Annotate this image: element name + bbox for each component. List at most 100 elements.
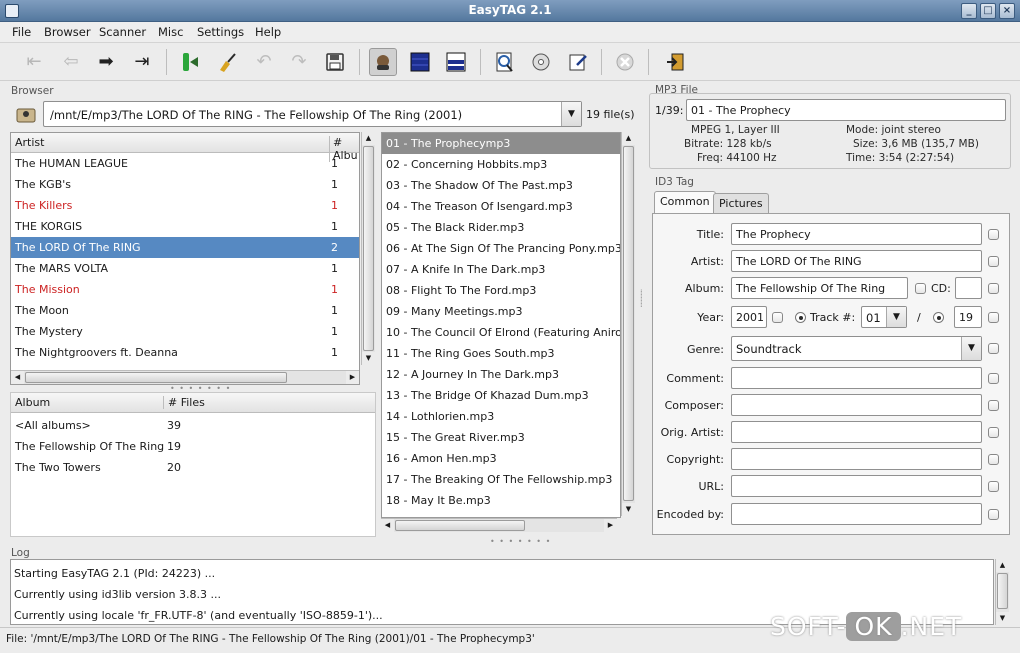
filename-field[interactable]: 01 - The Prophecy <box>686 99 1006 121</box>
file-row[interactable]: 02 - Concerning Hobbits.mp3 <box>382 154 620 175</box>
file-row[interactable]: 11 - The Ring Goes South.mp3 <box>382 343 620 364</box>
year-apply-checkbox[interactable] <box>772 312 783 323</box>
file-row[interactable]: 12 - A Journey In The Dark.mp3 <box>382 364 620 385</box>
track-radio[interactable] <box>795 312 806 323</box>
artist-row[interactable]: The Mystery 1 <box>11 321 359 342</box>
playlist-icon[interactable] <box>564 48 592 76</box>
previous-icon[interactable]: ⇦ <box>57 48 85 76</box>
menu-file[interactable]: File <box>12 25 31 39</box>
file-row[interactable]: 08 - Flight To The Ford.mp3 <box>382 280 620 301</box>
undo-icon[interactable]: ↶ <box>250 48 278 76</box>
scroll-up-icon[interactable]: ▲ <box>996 559 1009 572</box>
log-vscrollbar[interactable]: ▲ ▼ <box>995 559 1009 625</box>
file-row-selected[interactable]: 01 - The Prophecymp3 <box>382 133 620 154</box>
track-combo[interactable]: 01 ▼ <box>861 306 907 328</box>
album-column-header[interactable]: Album <box>15 396 50 409</box>
genre-apply-checkbox[interactable] <box>988 343 999 354</box>
pane-resize-handle[interactable]: • • • • • • • <box>490 537 551 546</box>
file-row[interactable]: 05 - The Black Rider.mp3 <box>382 217 620 238</box>
scroll-thumb[interactable] <box>997 573 1008 609</box>
track-apply-checkbox[interactable] <box>988 312 999 323</box>
stop-icon[interactable] <box>611 48 639 76</box>
artist-row[interactable]: The Moon 1 <box>11 300 359 321</box>
broom-icon[interactable] <box>213 48 241 76</box>
artist-row[interactable]: The HUMAN LEAGUE 1 <box>11 153 359 174</box>
scroll-up-icon[interactable]: ▲ <box>622 132 635 145</box>
artist-field[interactable]: The LORD Of The RING <box>731 250 982 272</box>
scroll-left-icon[interactable]: ◀ <box>11 371 24 384</box>
save-icon[interactable] <box>321 48 349 76</box>
file-row[interactable]: 10 - The Council Of Elrond (Featuring An… <box>382 322 620 343</box>
track-total-radio[interactable] <box>933 312 944 323</box>
first-icon[interactable]: ⇤ <box>20 48 48 76</box>
search-icon[interactable] <box>491 48 519 76</box>
quit-icon[interactable] <box>661 48 689 76</box>
copyright-field[interactable] <box>731 448 982 470</box>
scroll-down-icon[interactable]: ▼ <box>362 352 375 365</box>
album-apply-checkbox[interactable] <box>915 283 926 294</box>
file-row[interactable]: 04 - The Treason Of Isengard.mp3 <box>382 196 620 217</box>
menu-settings[interactable]: Settings <box>197 25 244 39</box>
composer-apply-checkbox[interactable] <box>988 400 999 411</box>
scan-icon[interactable] <box>176 48 204 76</box>
title-bar[interactable]: EasyTAG 2.1 _ □ × <box>0 0 1020 22</box>
comment-field[interactable] <box>731 367 982 389</box>
file-vscrollbar[interactable]: ▲ ▼ <box>621 132 635 516</box>
next-icon[interactable]: ➡ <box>92 48 120 76</box>
title-apply-checkbox[interactable] <box>988 229 999 240</box>
file-row[interactable]: 15 - The Great River.mp3 <box>382 427 620 448</box>
artist-column-header[interactable]: Artist <box>15 136 44 149</box>
scroll-thumb[interactable] <box>25 372 287 383</box>
path-combo[interactable]: /mnt/E/mp3/The LORD Of The RING - The Fe… <box>43 101 582 127</box>
orig-artist-field[interactable] <box>731 421 982 443</box>
artist-row[interactable]: The MARS VOLTA 1 <box>11 258 359 279</box>
close-button[interactable]: × <box>999 3 1015 19</box>
chevron-down-icon[interactable]: ▼ <box>561 102 581 126</box>
scroll-thumb[interactable] <box>395 520 525 531</box>
cd-apply-checkbox[interactable] <box>988 283 999 294</box>
scroll-left-icon[interactable]: ◀ <box>381 519 394 532</box>
scroll-right-icon[interactable]: ▶ <box>604 519 617 532</box>
artist-row[interactable]: THE KORGIS 1 <box>11 216 359 237</box>
url-apply-checkbox[interactable] <box>988 481 999 492</box>
redo-icon[interactable]: ↷ <box>285 48 313 76</box>
file-row[interactable]: 06 - At The Sign Of The Prancing Pony.mp… <box>382 238 620 259</box>
album-list[interactable]: Album # Files <All albums> 39 The Fellows… <box>10 392 376 537</box>
album-row[interactable]: <All albums> 39 <box>11 415 375 436</box>
artist-row[interactable]: The Mission 1 <box>11 279 359 300</box>
track-total-field[interactable]: 19 <box>954 306 982 328</box>
composer-field[interactable] <box>731 394 982 416</box>
last-icon[interactable]: ⇥ <box>128 48 156 76</box>
file-list[interactable]: 01 - The Prophecymp3 02 - Concerning Hob… <box>381 132 621 518</box>
album-field[interactable]: The Fellowship Of The Ring <box>731 277 908 299</box>
orig-artist-apply-checkbox[interactable] <box>988 427 999 438</box>
chevron-down-icon[interactable]: ▼ <box>886 307 906 327</box>
cd-field[interactable] <box>955 277 982 299</box>
artist-hscrollbar[interactable]: ◀ ▶ <box>11 370 359 384</box>
scroll-up-icon[interactable]: ▲ <box>362 132 375 145</box>
tab-common[interactable]: Common <box>654 191 716 214</box>
select-all-icon[interactable] <box>406 48 434 76</box>
artist-row-selected[interactable]: The LORD Of The RING 2 <box>11 237 359 258</box>
artist-vscrollbar[interactable]: ▲ ▼ <box>361 132 375 365</box>
file-row[interactable]: 13 - The Bridge Of Khazad Dum.mp3 <box>382 385 620 406</box>
file-hscrollbar[interactable]: ◀ ▶ <box>381 518 617 532</box>
artist-row[interactable]: The KGB's 1 <box>11 174 359 195</box>
view-icon[interactable] <box>442 48 470 76</box>
scroll-down-icon[interactable]: ▼ <box>996 612 1009 625</box>
file-row[interactable]: 14 - Lothlorien.mp3 <box>382 406 620 427</box>
minimize-button[interactable]: _ <box>961 3 977 19</box>
scroll-thumb[interactable] <box>363 146 374 351</box>
file-row[interactable]: 17 - The Breaking Of The Fellowship.mp3 <box>382 469 620 490</box>
browse-subdir-icon[interactable] <box>369 48 397 76</box>
genre-combo[interactable]: Soundtrack ▼ <box>731 336 982 361</box>
encoded-by-apply-checkbox[interactable] <box>988 509 999 520</box>
maximize-button[interactable]: □ <box>980 3 996 19</box>
file-row[interactable]: 03 - The Shadow Of The Past.mp3 <box>382 175 620 196</box>
tab-pictures[interactable]: Pictures <box>713 193 769 214</box>
album-row[interactable]: The Fellowship Of The Ring 19 <box>11 436 375 457</box>
year-field[interactable]: 2001 <box>731 306 767 328</box>
artist-row[interactable]: The Killers 1 <box>11 195 359 216</box>
url-field[interactable] <box>731 475 982 497</box>
menu-browser[interactable]: Browser <box>44 25 91 39</box>
